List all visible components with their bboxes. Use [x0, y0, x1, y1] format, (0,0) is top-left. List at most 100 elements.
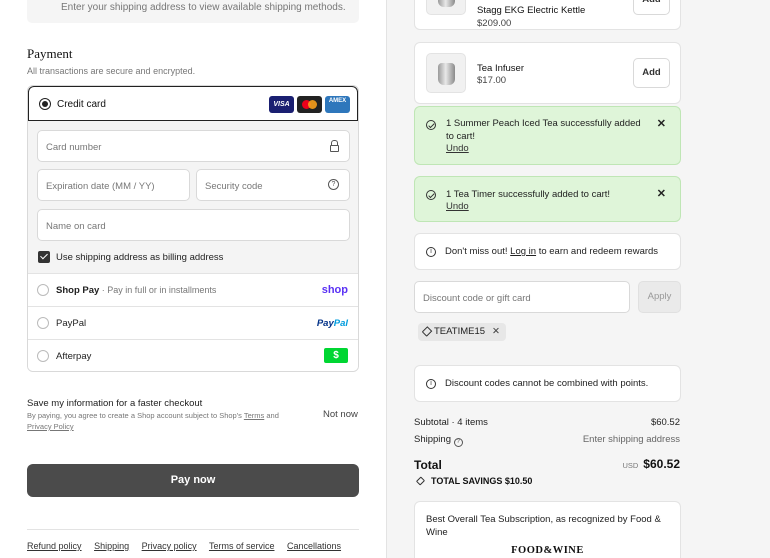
- shipping-value: Enter shipping address: [582, 434, 680, 445]
- shop-pay-logo: shop: [321, 284, 348, 296]
- promo-text: Best Overall Tea Subscription, as recogn…: [426, 514, 661, 538]
- shop-pay-label: Shop Pay: [56, 285, 100, 296]
- currency-code: USD: [622, 461, 639, 470]
- check-circle-icon: [426, 190, 436, 200]
- shipping-label: Shipping: [414, 434, 451, 445]
- name-on-card-field[interactable]: Name on card: [37, 209, 350, 241]
- terms-of-service-link[interactable]: Terms of service: [209, 541, 275, 551]
- credit-card-label: Credit card: [57, 99, 106, 110]
- mastercard-icon: [297, 96, 322, 113]
- paypal-label: PayPal: [56, 318, 87, 329]
- not-now-button[interactable]: Not now: [323, 409, 358, 420]
- discount-code-label: TEATIME15: [434, 326, 486, 337]
- footer-divider: [27, 529, 359, 530]
- visa-icon: VISA: [269, 96, 294, 113]
- paypal-logo-b: Pal: [333, 318, 348, 329]
- paypal-option[interactable]: PayPal PayPal: [28, 306, 358, 339]
- shop-pay-radio[interactable]: [37, 284, 49, 296]
- info-icon: i: [426, 247, 436, 257]
- rewards-text: Don't miss out! Log in to earn and redee…: [445, 246, 658, 257]
- rewards-suffix: to earn and redeem rewards: [536, 246, 659, 257]
- cart-toast: 1 Summer Peach Iced Tea successfully add…: [414, 106, 681, 165]
- shipping-label-group: Shipping ?: [414, 434, 463, 447]
- checkout-form-column: Enter your shipping address to view avai…: [0, 0, 386, 558]
- undo-link[interactable]: Undo: [446, 143, 469, 154]
- discount-placeholder: Discount code or gift card: [423, 293, 531, 304]
- card-number-field[interactable]: Card number: [37, 130, 350, 162]
- security-code-placeholder: Security code: [205, 181, 263, 192]
- applied-discount-tag: TEATIME15 ✕: [418, 323, 506, 341]
- cash-app-icon: $: [324, 348, 348, 363]
- afterpay-option[interactable]: Afterpay $: [28, 339, 358, 371]
- kettle-icon: [438, 0, 455, 7]
- paypal-radio[interactable]: [37, 317, 49, 329]
- help-icon[interactable]: ?: [453, 438, 463, 447]
- paypal-logo: PayPal: [317, 318, 348, 329]
- check-circle-icon: [426, 120, 436, 130]
- food-and-wine-logo: FOOD&WINE: [511, 545, 584, 556]
- shop-terms-link[interactable]: Terms: [244, 411, 264, 420]
- tag-icon: [421, 326, 433, 337]
- billing-address-checkbox[interactable]: [38, 251, 50, 263]
- save-info-title: Save my information for a faster checkou…: [27, 398, 203, 409]
- footer-links: Refund policy Shipping Privacy policy Te…: [27, 541, 351, 551]
- expiration-placeholder: Expiration date (MM / YY): [46, 181, 155, 192]
- security-code-field[interactable]: Security code ?: [196, 169, 350, 201]
- toast-message: 1 Summer Peach Iced Tea successfully add…: [446, 118, 641, 142]
- total-value-group: USD $60.52: [622, 457, 680, 471]
- save-info-text-b: and: [264, 411, 279, 420]
- product-price: $209.00: [477, 18, 512, 29]
- upsell-item: Tea Infuser $17.00 Add: [414, 42, 681, 104]
- payment-subtitle: All transactions are secure and encrypte…: [27, 66, 196, 76]
- discount-code-input[interactable]: Discount code or gift card: [414, 281, 630, 313]
- cancellations-link[interactable]: Cancellations: [287, 541, 341, 551]
- card-number-placeholder: Card number: [46, 142, 102, 153]
- credit-card-option[interactable]: Credit card VISA AMEX: [28, 86, 358, 121]
- shop-pay-sub: · Pay in full or in installments: [99, 285, 217, 295]
- total-savings: TOTAL SAVINGS $10.50: [414, 476, 532, 486]
- rewards-banner: i Don't miss out! Log in to earn and red…: [414, 233, 681, 270]
- tea-infuser-icon: [438, 63, 455, 85]
- cart-toast: 1 Tea Timer successfully added to cart! …: [414, 176, 681, 222]
- points-notice-text: Discount codes cannot be combined with p…: [445, 378, 649, 389]
- pay-now-button[interactable]: Pay now: [27, 464, 359, 497]
- info-icon: i: [426, 379, 436, 389]
- billing-address-label: Use shipping address as billing address: [56, 252, 224, 263]
- add-tea-infuser-button[interactable]: Add: [633, 58, 670, 88]
- points-notice: i Discount codes cannot be combined with…: [414, 365, 681, 402]
- product-price: $17.00: [477, 75, 507, 86]
- paypal-logo-a: Pay: [316, 318, 334, 329]
- privacy-policy-link[interactable]: Privacy policy: [142, 541, 197, 551]
- shop-pay-option[interactable]: Shop Pay · Pay in full or in installment…: [28, 273, 358, 306]
- rewards-prefix: Don't miss out!: [445, 246, 511, 257]
- total-value: $60.52: [643, 457, 680, 471]
- credit-card-radio[interactable]: [39, 98, 51, 110]
- shop-privacy-link[interactable]: Privacy Policy: [27, 422, 74, 431]
- shipping-link[interactable]: Shipping: [94, 541, 129, 551]
- shipping-methods-hint: Enter your shipping address to view avai…: [27, 0, 359, 23]
- amex-icon: AMEX: [325, 96, 350, 113]
- close-icon[interactable]: ✕: [657, 117, 666, 130]
- save-info-text-a: By paying, you agree to create a Shop ac…: [27, 411, 244, 420]
- afterpay-label: Afterpay: [56, 351, 92, 362]
- total-label: Total: [414, 458, 442, 472]
- refund-policy-link[interactable]: Refund policy: [27, 541, 82, 551]
- credit-card-form: Card number Expiration date (MM / YY) Se…: [28, 121, 358, 273]
- add-kettle-button[interactable]: Add: [633, 0, 670, 15]
- log-in-link[interactable]: Log in: [510, 246, 536, 257]
- apply-discount-button[interactable]: Apply: [638, 281, 681, 313]
- subtotal-label: Subtotal · 4 items: [414, 417, 488, 428]
- product-image: [426, 0, 466, 15]
- product-image: [426, 53, 466, 93]
- savings-label: TOTAL SAVINGS: [431, 476, 503, 486]
- product-name: Stagg EKG Electric Kettle: [477, 5, 586, 16]
- close-icon[interactable]: ✕: [657, 187, 666, 200]
- afterpay-radio[interactable]: [37, 350, 49, 362]
- expiration-date-field[interactable]: Expiration date (MM / YY): [37, 169, 190, 201]
- remove-discount-icon[interactable]: ✕: [492, 326, 500, 337]
- shop-pay-label-group: Shop Pay · Pay in full or in installment…: [56, 285, 216, 296]
- product-name: Tea Infuser: [477, 63, 524, 74]
- promo-card: Best Overall Tea Subscription, as recogn…: [414, 501, 681, 558]
- help-icon[interactable]: ?: [328, 179, 339, 190]
- undo-link[interactable]: Undo: [446, 201, 469, 212]
